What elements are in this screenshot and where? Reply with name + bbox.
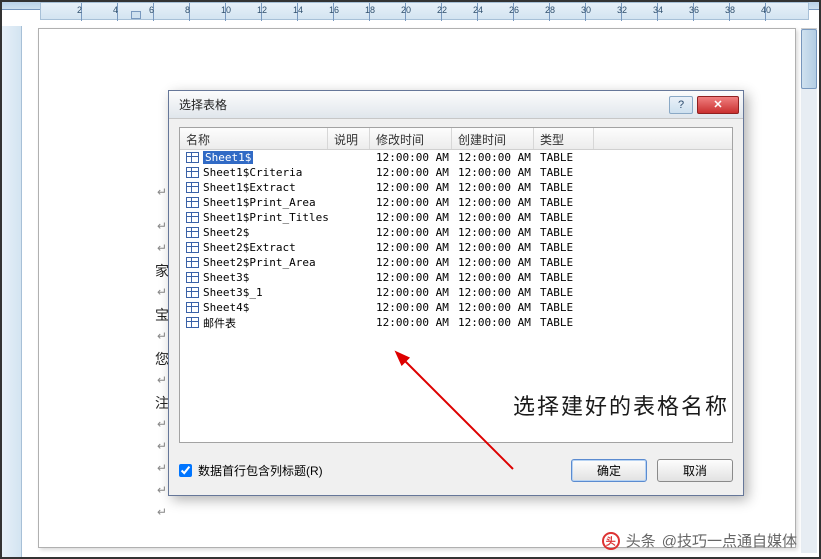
table-row[interactable]: Sheet2$Extract12:00:00 AM12:00:00 AMTABL… — [180, 240, 732, 255]
col-modified[interactable]: 修改时间 — [370, 128, 452, 149]
col-created[interactable]: 创建时间 — [452, 128, 534, 149]
table-icon — [186, 302, 199, 313]
horizontal-ruler[interactable]: 246810121416182022242628303234363840 — [40, 2, 809, 20]
doc-line: ↵ — [155, 481, 167, 497]
ok-button[interactable]: 确定 — [571, 459, 647, 482]
doc-line: ↵ — [155, 239, 167, 255]
table-row[interactable]: Sheet3$12:00:00 AM12:00:00 AMTABLE — [180, 270, 732, 285]
table-row[interactable]: Sheet2$12:00:00 AM12:00:00 AMTABLE — [180, 225, 732, 240]
table-row[interactable]: Sheet1$Print_Area12:00:00 AM12:00:00 AMT… — [180, 195, 732, 210]
table-icon — [186, 182, 199, 193]
help-button[interactable]: ? — [669, 96, 693, 114]
vertical-scrollbar[interactable] — [801, 28, 817, 553]
col-desc[interactable]: 说明 — [328, 128, 370, 149]
close-button[interactable]: ✕ — [697, 96, 739, 114]
vertical-ruler[interactable] — [2, 26, 22, 557]
credit-text1: 头条 — [626, 530, 656, 551]
table-icon — [186, 197, 199, 208]
table-row[interactable]: Sheet2$Print_Area12:00:00 AM12:00:00 AMT… — [180, 255, 732, 270]
table-row[interactable]: Sheet1$12:00:00 AM12:00:00 AMTABLE — [180, 150, 732, 165]
table-listview[interactable]: 名称 说明 修改时间 创建时间 类型 Sheet1$12:00:00 AM12:… — [179, 127, 733, 443]
table-row[interactable]: Sheet1$Print_Titles12:00:00 AM12:00:00 A… — [180, 210, 732, 225]
doc-line: ↵ — [155, 415, 167, 431]
table-row[interactable]: Sheet3$_112:00:00 AM12:00:00 AMTABLE — [180, 285, 732, 300]
checkbox-input[interactable] — [179, 464, 192, 477]
scrollbar-thumb[interactable] — [801, 29, 817, 89]
doc-line: ↵ — [155, 437, 167, 453]
doc-line: ↵ — [155, 217, 167, 233]
table-icon — [186, 287, 199, 298]
table-row[interactable]: Sheet1$Extract12:00:00 AM12:00:00 AMTABL… — [180, 180, 732, 195]
doc-line: ↵ — [155, 371, 167, 387]
doc-line: ↵ — [155, 183, 167, 199]
table-icon — [186, 317, 199, 328]
table-icon — [186, 257, 199, 268]
table-icon — [186, 167, 199, 178]
credit-text2: @技巧一点通自媒体 — [662, 530, 797, 551]
footer-credit: 头 头条 @技巧一点通自媒体 — [602, 530, 797, 551]
dialog-bottom: 数据首行包含列标题(R) 确定 取消 — [179, 455, 733, 485]
table-icon — [186, 212, 199, 223]
credit-icon: 头 — [602, 532, 620, 550]
select-table-dialog: 选择表格 ? ✕ 名称 说明 修改时间 创建时间 类型 Sheet1$12:00… — [168, 90, 744, 496]
dialog-titlebar[interactable]: 选择表格 ? ✕ — [169, 91, 743, 119]
first-row-header-checkbox[interactable]: 数据首行包含列标题(R) — [179, 462, 561, 479]
indent-marker[interactable] — [131, 11, 141, 19]
doc-line: ↵ — [155, 503, 167, 519]
doc-line: ↵ — [155, 327, 167, 343]
table-icon — [186, 227, 199, 238]
col-type[interactable]: 类型 — [534, 128, 594, 149]
table-icon — [186, 272, 199, 283]
dialog-title: 选择表格 — [179, 96, 669, 113]
table-row[interactable]: Sheet4$12:00:00 AM12:00:00 AMTABLE — [180, 300, 732, 315]
col-name[interactable]: 名称 — [180, 128, 328, 149]
doc-line: ↵ — [155, 283, 167, 299]
doc-line: ↵ — [155, 459, 167, 475]
table-row[interactable]: Sheet1$Criteria12:00:00 AM12:00:00 AMTAB… — [180, 165, 732, 180]
cancel-button[interactable]: 取消 — [657, 459, 733, 482]
table-row[interactable]: 邮件表12:00:00 AM12:00:00 AMTABLE — [180, 315, 732, 330]
checkbox-label: 数据首行包含列标题(R) — [198, 462, 323, 479]
table-icon — [186, 152, 199, 163]
table-icon — [186, 242, 199, 253]
listview-header[interactable]: 名称 说明 修改时间 创建时间 类型 — [180, 128, 732, 150]
